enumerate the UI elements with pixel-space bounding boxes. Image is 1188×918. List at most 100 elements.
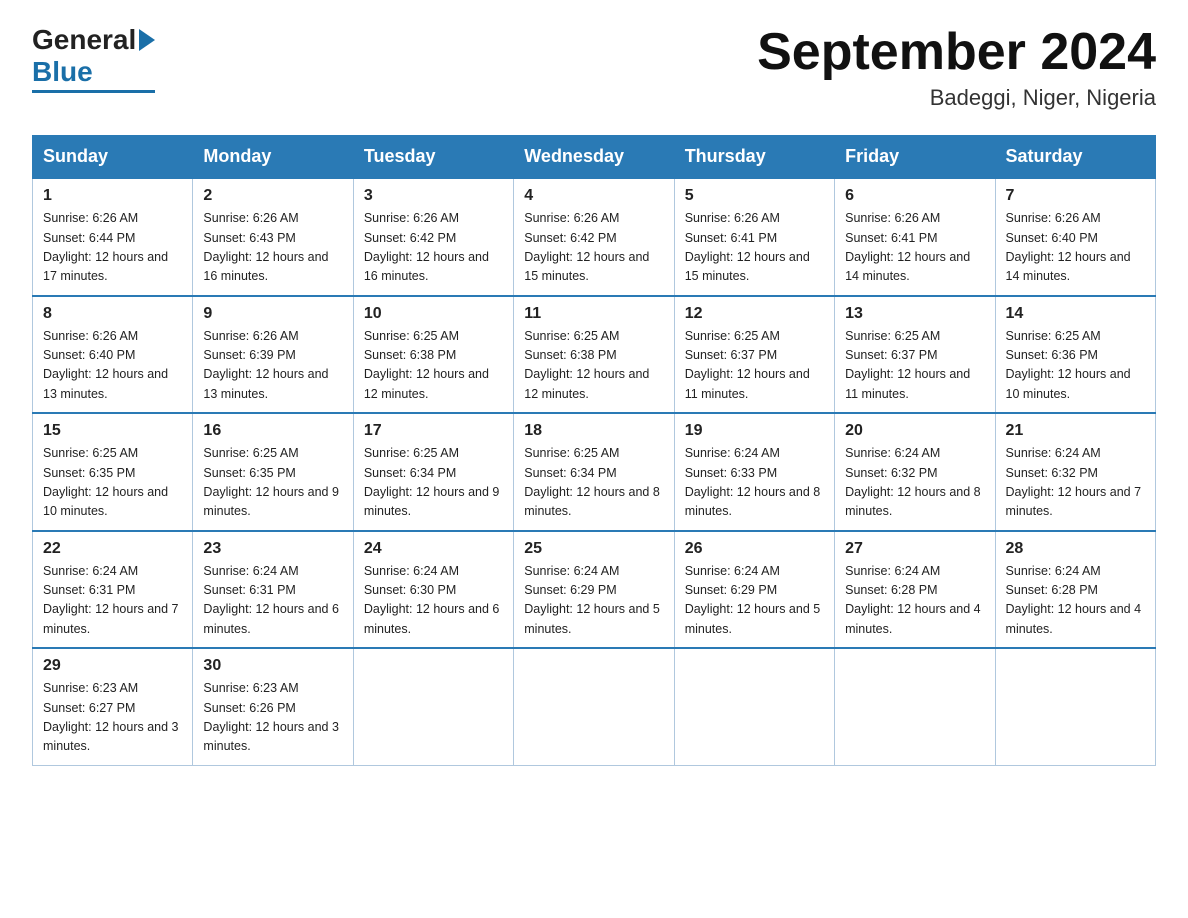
day-number: 6 <box>845 187 984 205</box>
day-number: 25 <box>524 540 663 558</box>
header-right: September 2024 Badeggi, Niger, Nigeria <box>757 24 1156 111</box>
day-cell <box>514 648 674 765</box>
day-info: Sunrise: 6:24 AMSunset: 6:31 PMDaylight:… <box>43 562 182 640</box>
day-cell: 1 Sunrise: 6:26 AMSunset: 6:44 PMDaylight… <box>33 178 193 296</box>
day-cell: 26 Sunrise: 6:24 AMSunset: 6:29 PMDayligh… <box>674 531 834 649</box>
day-number: 19 <box>685 422 824 440</box>
day-number: 7 <box>1006 187 1145 205</box>
week-row-4: 22 Sunrise: 6:24 AMSunset: 6:31 PMDayligh… <box>33 531 1156 649</box>
day-number: 12 <box>685 305 824 323</box>
day-info: Sunrise: 6:26 AMSunset: 6:42 PMDaylight:… <box>364 209 503 287</box>
day-cell: 20 Sunrise: 6:24 AMSunset: 6:32 PMDayligh… <box>835 413 995 531</box>
day-number: 14 <box>1006 305 1145 323</box>
day-info: Sunrise: 6:25 AMSunset: 6:38 PMDaylight:… <box>364 327 503 405</box>
column-header-tuesday: Tuesday <box>353 136 513 179</box>
day-cell <box>674 648 834 765</box>
day-cell <box>835 648 995 765</box>
day-cell: 12 Sunrise: 6:25 AMSunset: 6:37 PMDayligh… <box>674 296 834 414</box>
day-number: 13 <box>845 305 984 323</box>
calendar-table: SundayMondayTuesdayWednesdayThursdayFrid… <box>32 135 1156 766</box>
logo: General Blue <box>32 24 155 93</box>
day-info: Sunrise: 6:26 AMSunset: 6:41 PMDaylight:… <box>685 209 824 287</box>
day-info: Sunrise: 6:25 AMSunset: 6:35 PMDaylight:… <box>43 444 182 522</box>
week-row-2: 8 Sunrise: 6:26 AMSunset: 6:40 PMDaylight… <box>33 296 1156 414</box>
day-number: 26 <box>685 540 824 558</box>
day-cell: 6 Sunrise: 6:26 AMSunset: 6:41 PMDaylight… <box>835 178 995 296</box>
day-cell: 18Sunrise: 6:25 AMSunset: 6:34 PMDayligh… <box>514 413 674 531</box>
day-cell: 23 Sunrise: 6:24 AMSunset: 6:31 PMDayligh… <box>193 531 353 649</box>
day-info: Sunrise: 6:25 AMSunset: 6:36 PMDaylight:… <box>1006 327 1145 405</box>
day-cell <box>353 648 513 765</box>
page-header: General Blue September 2024 Badeggi, Nig… <box>32 24 1156 111</box>
day-info: Sunrise: 6:26 AMSunset: 6:44 PMDaylight:… <box>43 209 182 287</box>
day-cell: 16 Sunrise: 6:25 AMSunset: 6:35 PMDayligh… <box>193 413 353 531</box>
day-cell: 8 Sunrise: 6:26 AMSunset: 6:40 PMDaylight… <box>33 296 193 414</box>
day-cell: 19 Sunrise: 6:24 AMSunset: 6:33 PMDayligh… <box>674 413 834 531</box>
day-info: Sunrise: 6:26 AMSunset: 6:43 PMDaylight:… <box>203 209 342 287</box>
day-cell: 17Sunrise: 6:25 AMSunset: 6:34 PMDayligh… <box>353 413 513 531</box>
day-info: Sunrise: 6:26 AMSunset: 6:42 PMDaylight:… <box>524 209 663 287</box>
day-number: 10 <box>364 305 503 323</box>
day-cell: 13 Sunrise: 6:25 AMSunset: 6:37 PMDayligh… <box>835 296 995 414</box>
day-number: 22 <box>43 540 182 558</box>
column-header-wednesday: Wednesday <box>514 136 674 179</box>
column-header-sunday: Sunday <box>33 136 193 179</box>
day-number: 28 <box>1006 540 1145 558</box>
day-number: 29 <box>43 657 182 675</box>
calendar-header-row: SundayMondayTuesdayWednesdayThursdayFrid… <box>33 136 1156 179</box>
day-cell: 29 Sunrise: 6:23 AMSunset: 6:27 PMDayligh… <box>33 648 193 765</box>
day-info: Sunrise: 6:25 AMSunset: 6:37 PMDaylight:… <box>685 327 824 405</box>
day-number: 9 <box>203 305 342 323</box>
day-number: 20 <box>845 422 984 440</box>
day-info: Sunrise: 6:26 AMSunset: 6:40 PMDaylight:… <box>1006 209 1145 287</box>
day-cell: 5 Sunrise: 6:26 AMSunset: 6:41 PMDaylight… <box>674 178 834 296</box>
day-info: Sunrise: 6:24 AMSunset: 6:33 PMDaylight:… <box>685 444 824 522</box>
day-info: Sunrise: 6:24 AMSunset: 6:28 PMDaylight:… <box>845 562 984 640</box>
day-info: Sunrise: 6:25 AMSunset: 6:38 PMDaylight:… <box>524 327 663 405</box>
day-cell: 15 Sunrise: 6:25 AMSunset: 6:35 PMDayligh… <box>33 413 193 531</box>
week-row-1: 1 Sunrise: 6:26 AMSunset: 6:44 PMDaylight… <box>33 178 1156 296</box>
day-info: Sunrise: 6:24 AMSunset: 6:29 PMDaylight:… <box>685 562 824 640</box>
day-number: 18 <box>524 422 663 440</box>
day-cell: 21Sunrise: 6:24 AMSunset: 6:32 PMDayligh… <box>995 413 1155 531</box>
day-number: 23 <box>203 540 342 558</box>
day-info: Sunrise: 6:23 AMSunset: 6:27 PMDaylight:… <box>43 679 182 757</box>
day-info: Sunrise: 6:23 AMSunset: 6:26 PMDaylight:… <box>203 679 342 757</box>
day-info: Sunrise: 6:24 AMSunset: 6:32 PMDaylight:… <box>1006 444 1145 522</box>
day-number: 8 <box>43 305 182 323</box>
day-info: Sunrise: 6:25 AMSunset: 6:37 PMDaylight:… <box>845 327 984 405</box>
day-number: 1 <box>43 187 182 205</box>
day-number: 5 <box>685 187 824 205</box>
day-info: Sunrise: 6:24 AMSunset: 6:30 PMDaylight:… <box>364 562 503 640</box>
column-header-thursday: Thursday <box>674 136 834 179</box>
day-cell: 9Sunrise: 6:26 AMSunset: 6:39 PMDaylight… <box>193 296 353 414</box>
day-number: 2 <box>203 187 342 205</box>
week-row-5: 29 Sunrise: 6:23 AMSunset: 6:27 PMDayligh… <box>33 648 1156 765</box>
day-info: Sunrise: 6:24 AMSunset: 6:29 PMDaylight:… <box>524 562 663 640</box>
logo-arrow-icon <box>139 29 155 51</box>
day-cell: 24 Sunrise: 6:24 AMSunset: 6:30 PMDayligh… <box>353 531 513 649</box>
day-cell: 10 Sunrise: 6:25 AMSunset: 6:38 PMDayligh… <box>353 296 513 414</box>
day-cell: 22 Sunrise: 6:24 AMSunset: 6:31 PMDayligh… <box>33 531 193 649</box>
day-number: 17 <box>364 422 503 440</box>
day-number: 15 <box>43 422 182 440</box>
day-cell: 2 Sunrise: 6:26 AMSunset: 6:43 PMDaylight… <box>193 178 353 296</box>
day-cell: 28Sunrise: 6:24 AMSunset: 6:28 PMDayligh… <box>995 531 1155 649</box>
week-row-3: 15 Sunrise: 6:25 AMSunset: 6:35 PMDayligh… <box>33 413 1156 531</box>
day-number: 3 <box>364 187 503 205</box>
day-info: Sunrise: 6:24 AMSunset: 6:31 PMDaylight:… <box>203 562 342 640</box>
day-info: Sunrise: 6:24 AMSunset: 6:32 PMDaylight:… <box>845 444 984 522</box>
day-number: 24 <box>364 540 503 558</box>
column-header-saturday: Saturday <box>995 136 1155 179</box>
day-info: Sunrise: 6:26 AMSunset: 6:41 PMDaylight:… <box>845 209 984 287</box>
day-info: Sunrise: 6:25 AMSunset: 6:35 PMDaylight:… <box>203 444 342 522</box>
day-number: 16 <box>203 422 342 440</box>
logo-underline <box>32 90 155 93</box>
day-info: Sunrise: 6:26 AMSunset: 6:40 PMDaylight:… <box>43 327 182 405</box>
logo-blue-text: Blue <box>32 56 93 88</box>
column-header-friday: Friday <box>835 136 995 179</box>
day-cell: 14 Sunrise: 6:25 AMSunset: 6:36 PMDayligh… <box>995 296 1155 414</box>
logo-general-text: General <box>32 24 136 56</box>
day-number: 11 <box>524 305 663 323</box>
day-cell: 27Sunrise: 6:24 AMSunset: 6:28 PMDayligh… <box>835 531 995 649</box>
